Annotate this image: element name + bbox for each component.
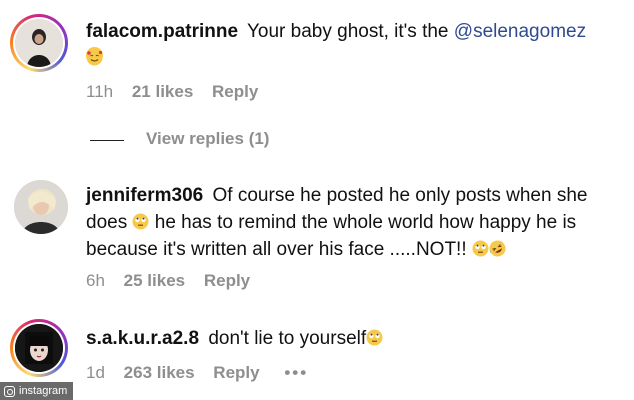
likes-count[interactable]: 263 likes [124,363,195,382]
comment-text: jenniferm306 Of course he posted he only… [86,182,616,263]
mention-link[interactable]: @selenagomez [454,21,586,42]
avatar[interactable] [10,319,68,377]
watermark-label: instagram [19,385,68,397]
face-with-rolling-eyes-icon [472,238,489,257]
divider-line [90,140,124,141]
timestamp: 6h [86,271,105,290]
likes-count[interactable]: 25 likes [124,271,185,290]
comment-body: don't lie to yourself [208,328,367,349]
comment-meta: 11h 21 likes Reply [86,82,272,102]
comment-text: s.a.k.u.r.a2.8 don't lie to yourself [86,325,616,352]
comment-meta: 6h 25 likes Reply [86,271,264,291]
rolling-on-the-floor-laughing-icon [489,238,506,257]
face-with-rolling-eyes-icon [366,327,383,346]
comment-text: falacom.patrinne Your baby ghost, it's t… [86,18,626,72]
comment-meta: 1d 263 likes Reply ••• [86,363,322,383]
avatar[interactable] [14,180,68,234]
avatar-photo [14,180,68,234]
instagram-icon [4,385,15,397]
avatar-photo [15,324,63,372]
username[interactable]: jenniferm306 [86,185,203,206]
avatar[interactable] [10,14,68,72]
likes-count[interactable]: 21 likes [132,82,193,101]
comment-body: Your baby ghost, it's the [246,21,454,42]
timestamp: 11h [86,82,114,101]
reply-button[interactable]: Reply [213,363,259,382]
face-with-rolling-eyes-icon [132,211,149,230]
reply-button[interactable]: Reply [212,82,258,101]
view-replies-label[interactable]: View replies (1) [146,129,269,149]
avatar-photo [15,19,63,67]
reply-button[interactable]: Reply [204,271,250,290]
smiling-face-with-hearts-icon [86,47,103,66]
instagram-watermark: instagram [0,382,74,400]
username[interactable]: falacom.patrinne [86,21,238,42]
timestamp: 1d [86,363,105,382]
username[interactable]: s.a.k.u.r.a2.8 [86,328,199,349]
more-options-icon[interactable]: ••• [284,363,308,382]
